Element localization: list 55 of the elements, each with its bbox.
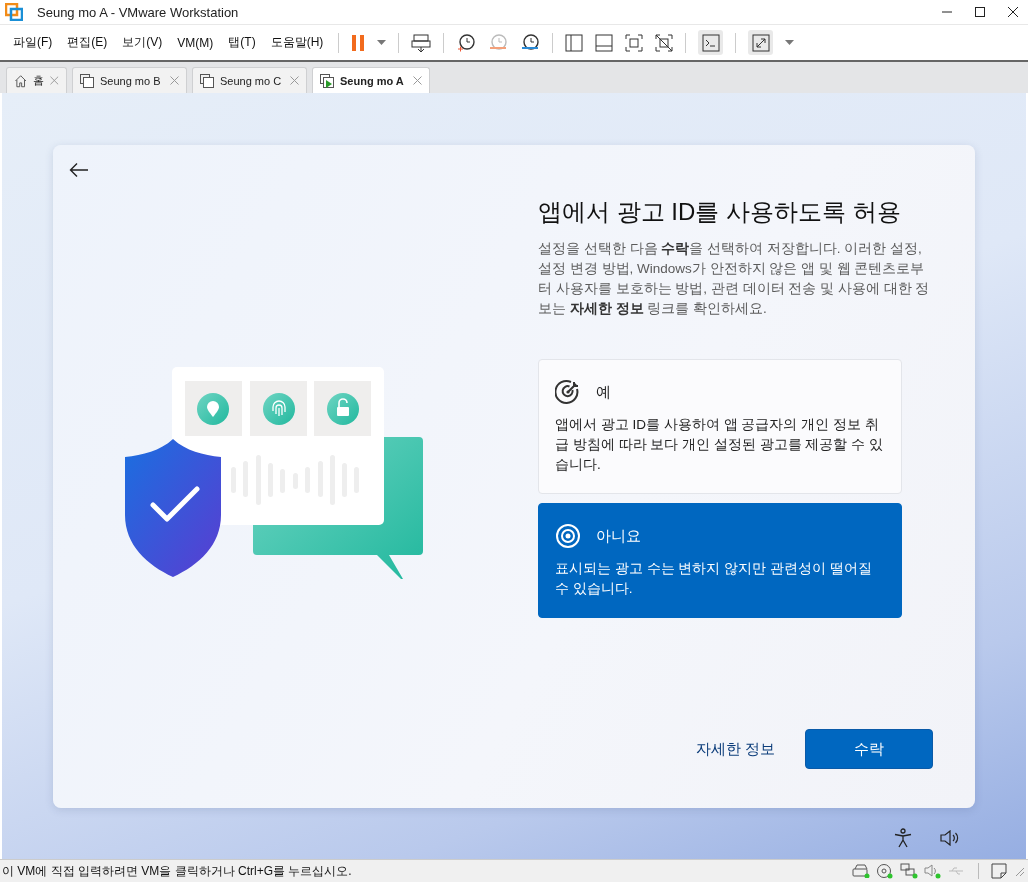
option-card[interactable]: 아니요 표시되는 광고 수는 변하지 않지만 관련성이 떨어질 수 있습니다. bbox=[538, 503, 902, 618]
note-icon[interactable] bbox=[991, 863, 1007, 879]
dialog-title: 앱에서 광고 ID를 사용하도록 허용 bbox=[538, 197, 902, 227]
speaker-icon[interactable] bbox=[924, 863, 942, 879]
volume-icon[interactable] bbox=[940, 830, 960, 846]
tab[interactable]: Seung mo B bbox=[72, 67, 187, 93]
option-title: 예 bbox=[596, 382, 611, 402]
tab[interactable]: 홈 bbox=[6, 67, 67, 93]
close-icon[interactable] bbox=[1007, 6, 1019, 18]
pause-icon[interactable] bbox=[351, 33, 366, 52]
network-icon[interactable] bbox=[900, 863, 918, 879]
home-icon bbox=[14, 73, 28, 88]
menu-item[interactable]: VM(M) bbox=[177, 35, 214, 50]
unity-icon[interactable] bbox=[655, 33, 674, 52]
maximize-icon[interactable] bbox=[974, 6, 986, 18]
cd-drive-icon[interactable] bbox=[876, 863, 894, 879]
menu-item[interactable]: 편집(E) bbox=[67, 34, 108, 51]
window-title: Seung mo A - VMware Workstation bbox=[37, 4, 239, 20]
menu-item[interactable]: 탭(T) bbox=[228, 34, 256, 51]
app-logo-icon bbox=[5, 3, 23, 21]
stretch-view-button[interactable] bbox=[748, 30, 774, 55]
running-vm-icon bbox=[320, 73, 334, 88]
menu-item[interactable]: 도움말(H) bbox=[270, 34, 324, 51]
back-arrow-icon bbox=[69, 162, 89, 178]
resize-grip-icon[interactable] bbox=[1013, 865, 1025, 877]
option-title: 아니요 bbox=[596, 526, 641, 546]
menu-item[interactable]: 파일(F) bbox=[13, 34, 53, 51]
sidebar-icon[interactable] bbox=[565, 33, 584, 52]
tab[interactable]: Seung mo A bbox=[312, 67, 430, 93]
stretch-icon bbox=[751, 33, 770, 52]
option-description: 표시되는 광고 수는 변하지 않지만 관련성이 떨어질 수 있습니다. bbox=[555, 560, 873, 598]
snapshot-icon[interactable] bbox=[456, 32, 477, 53]
send-keys-icon[interactable] bbox=[411, 32, 432, 53]
caret-icon[interactable] bbox=[785, 40, 795, 45]
status-message: 이 VM에 직접 입력하려면 VM을 클릭하거나 Ctrl+G를 누르십시오. bbox=[2, 862, 352, 880]
option-description: 앱에서 광고 ID를 사용하여 앱 공급자의 개인 정보 취급 방침에 따라 보다 개인 설정된 광고를 제공할 수 있습니다. bbox=[555, 416, 884, 474]
more-info-link[interactable]: 자세한 정보 bbox=[695, 739, 775, 759]
menu-item[interactable]: 보기(V) bbox=[122, 34, 163, 51]
console-view-button[interactable] bbox=[698, 30, 724, 55]
console-icon bbox=[701, 33, 720, 52]
hard-disk-icon[interactable] bbox=[852, 864, 870, 878]
snapshot-manager-icon[interactable] bbox=[520, 32, 541, 53]
fullscreen-icon[interactable] bbox=[625, 33, 644, 52]
back-button[interactable] bbox=[69, 160, 89, 180]
accept-button[interactable]: 수락 bbox=[805, 729, 933, 769]
accessibility-icon[interactable] bbox=[894, 828, 912, 848]
target-icon bbox=[555, 379, 581, 405]
bottom-panel-icon[interactable] bbox=[595, 33, 614, 52]
vm-icon bbox=[200, 73, 214, 88]
radio-target-icon bbox=[555, 523, 581, 549]
dialog-description: 설정을 선택한 다음 수락을 선택하여 저장합니다. 이러한 설정, 설정 변경 방법, Windows가 안전하지 않은 앱 및 웹 콘텐츠로부터 사용자를 보호하는 방법, 관련 데이터 전송 및 사용에 대한 정보는 자세한 정보 링크를 확인하세요. bbox=[538, 240, 931, 318]
option-card[interactable]: 예 앱에서 광고 ID를 사용하여 앱 공급자의 개인 정보 취급 방침에 따라 보다 개인 설정된 광고를 제공할 수 있습니다. bbox=[538, 359, 902, 494]
tab[interactable]: Seung mo C bbox=[192, 67, 307, 93]
vm-icon bbox=[80, 73, 94, 88]
caret-icon[interactable] bbox=[377, 40, 387, 45]
